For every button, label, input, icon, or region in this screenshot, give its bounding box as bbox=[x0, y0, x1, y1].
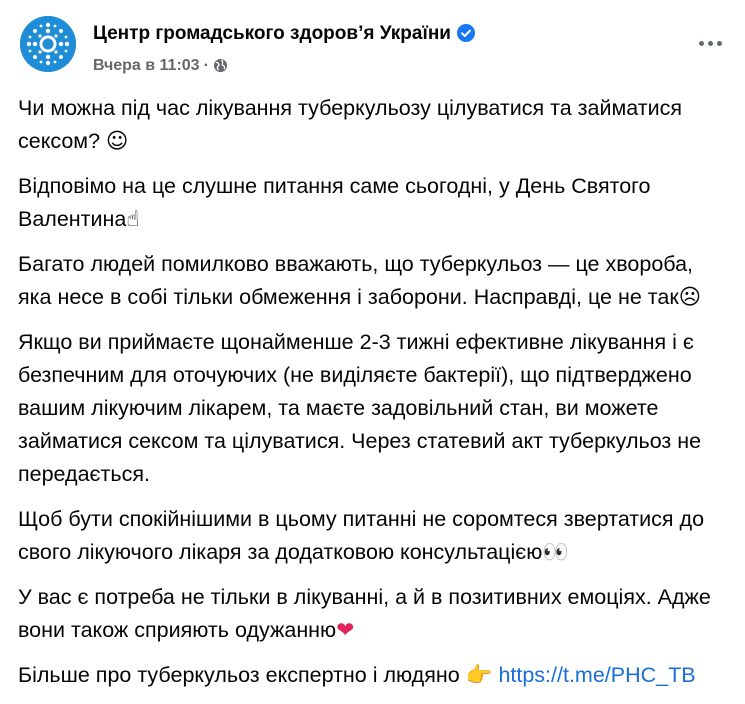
post-paragraph: У вас є потреба не тільки в лікуванні, а… bbox=[18, 581, 730, 647]
post-meta: Вчера в 11:03 · bbox=[93, 57, 228, 78]
meta-separator: · bbox=[203, 57, 209, 74]
paragraph-text: У вас є потреба не тільки в лікуванні, а… bbox=[18, 585, 711, 642]
paragraph-text: Відповімо на це слушне питання саме сьог… bbox=[18, 174, 651, 231]
more-dot-icon bbox=[698, 40, 704, 46]
post-paragraph: Чи можна під час лікування туберкульозу … bbox=[18, 92, 730, 158]
paragraph-text: Більше про туберкульоз експертно і людян… bbox=[18, 663, 460, 687]
telegram-link[interactable]: https://t.me/PHC_TB bbox=[498, 663, 695, 687]
verified-badge-icon bbox=[457, 24, 475, 48]
page-name-label[interactable]: Центр громадського здоров’я України bbox=[93, 23, 451, 44]
more-dot-icon bbox=[707, 40, 713, 46]
post-paragraph: Багато людей помилково вважають, що тубе… bbox=[18, 248, 730, 314]
pointing-right-icon: 👉 bbox=[465, 663, 493, 688]
smiling-face-icon: ☺ bbox=[106, 129, 129, 154]
post-paragraph: Якщо ви приймаєте щонайменше 2-3 тижні е… bbox=[18, 326, 730, 491]
paragraph-text: Якщо ви приймаєте щонайменше 2-3 тижні е… bbox=[18, 330, 702, 486]
post-timestamp[interactable]: Вчера в 11:03 bbox=[93, 57, 200, 74]
pointing-finger-icon: ☝ bbox=[126, 207, 140, 232]
phc-logo-icon bbox=[20, 16, 76, 72]
post-body: Чи можна під час лікування туберкульозу … bbox=[18, 92, 730, 704]
more-dot-icon bbox=[716, 40, 722, 46]
heart-icon: ❤ bbox=[336, 618, 355, 643]
more-options-button[interactable] bbox=[695, 36, 725, 50]
page-avatar[interactable] bbox=[20, 16, 76, 72]
post-paragraph: Більше про туберкульоз експертно і людян… bbox=[18, 659, 730, 692]
eyes-icon: 👀 bbox=[542, 540, 570, 565]
page-name[interactable]: Центр громадського здоров’я України bbox=[93, 23, 475, 48]
paragraph-text: Щоб бути спокійнішими в цьому питанні не… bbox=[18, 507, 705, 564]
globe-icon[interactable] bbox=[213, 58, 228, 78]
paragraph-text: Багато людей помилково вважають, що тубе… bbox=[18, 252, 694, 309]
post-paragraph: Щоб бути спокійнішими в цьому питанні не… bbox=[18, 503, 730, 569]
post-paragraph: Відповімо на це слушне питання саме сьог… bbox=[18, 170, 730, 236]
post-header: Центр громадського здоров’я України Вчер… bbox=[16, 12, 729, 74]
sad-face-icon: ☹ bbox=[678, 285, 702, 310]
